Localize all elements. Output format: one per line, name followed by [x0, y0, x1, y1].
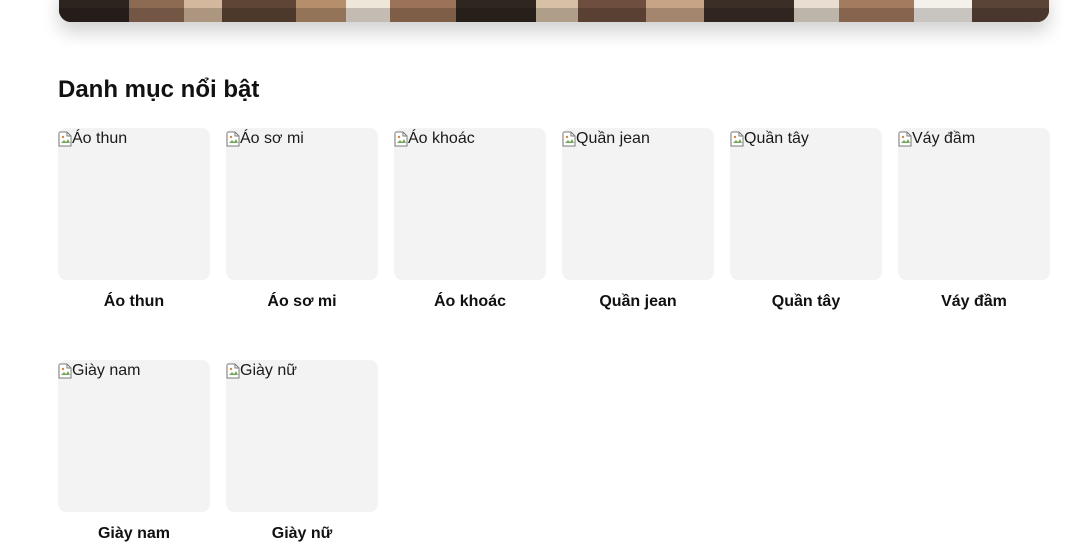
category-image-placeholder: Áo khoác	[394, 128, 546, 280]
category-label: Áo thun	[103, 293, 165, 310]
broken-image: Áo khoác	[394, 128, 475, 150]
category-image-placeholder: Quần jean	[562, 128, 714, 280]
category-card-giay-nu[interactable]: Giày nữ Giày nữ	[226, 360, 378, 544]
category-card-vay-dam[interactable]: Váy đầm Váy đầm	[898, 128, 1050, 312]
broken-image-icon	[898, 131, 912, 147]
broken-image: Váy đầm	[898, 128, 975, 150]
category-label: Áo sơ mi	[267, 293, 337, 310]
category-label: Giày nữ	[271, 525, 333, 542]
image-alt-text: Giày nam	[72, 362, 141, 379]
category-image-placeholder: Áo thun	[58, 128, 210, 280]
category-card-giay-nam[interactable]: Giày nam Giày nam	[58, 360, 210, 544]
image-alt-text: Áo sơ mi	[240, 130, 304, 147]
broken-image-icon	[226, 131, 240, 147]
broken-image-icon	[394, 131, 408, 147]
broken-image: Giày nữ	[226, 360, 297, 382]
broken-image: Áo sơ mi	[226, 128, 304, 150]
category-image-placeholder: Áo sơ mi	[226, 128, 378, 280]
broken-image-icon	[58, 363, 72, 379]
broken-image-icon	[730, 131, 744, 147]
broken-image: Quần tây	[730, 128, 809, 150]
category-card-ao-khoac[interactable]: Áo khoác Áo khoác	[394, 128, 546, 312]
image-alt-text: Quần jean	[576, 130, 650, 147]
banner-photo	[59, 0, 1049, 22]
category-label: Quần tây	[771, 293, 841, 310]
category-grid: Áo thun Áo thun Áo sơ mi Áo sơ mi Áo kho…	[58, 128, 1050, 544]
hero-banner-image	[59, 0, 1049, 22]
category-image-placeholder: Giày nữ	[226, 360, 378, 512]
broken-image: Áo thun	[58, 128, 127, 150]
category-label: Áo khoác	[433, 293, 506, 310]
image-alt-text: Áo thun	[72, 130, 128, 147]
category-label: Quần jean	[599, 293, 677, 310]
category-card-quan-jean[interactable]: Quần jean Quần jean	[562, 128, 714, 312]
category-card-quan-tay[interactable]: Quần tây Quần tây	[730, 128, 882, 312]
image-alt-text: Váy đầm	[912, 130, 976, 147]
broken-image-icon	[226, 363, 240, 379]
category-card-ao-so-mi[interactable]: Áo sơ mi Áo sơ mi	[226, 128, 378, 312]
image-alt-text: Giày nữ	[240, 362, 297, 379]
broken-image-icon	[58, 131, 72, 147]
section-title: Danh mục nổi bật	[58, 76, 260, 103]
broken-image: Giày nam	[58, 360, 140, 382]
broken-image-icon	[562, 131, 576, 147]
category-label: Giày nam	[97, 525, 171, 542]
image-alt-text: Quần tây	[744, 130, 809, 147]
category-image-placeholder: Quần tây	[730, 128, 882, 280]
category-label: Váy đầm	[941, 293, 1007, 310]
image-alt-text: Áo khoác	[408, 130, 475, 147]
category-image-placeholder: Giày nam	[58, 360, 210, 512]
category-card-ao-thun[interactable]: Áo thun Áo thun	[58, 128, 210, 312]
broken-image: Quần jean	[562, 128, 650, 150]
category-image-placeholder: Váy đầm	[898, 128, 1050, 280]
